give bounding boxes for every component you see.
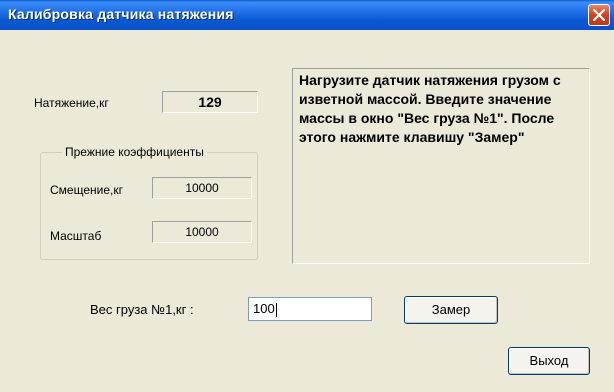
close-button[interactable] (588, 4, 610, 26)
offset-label: Смещение,кг (50, 183, 123, 197)
tension-value: 129 (162, 91, 258, 113)
weight-input[interactable]: 100 (248, 297, 372, 321)
instructions-panel: Нагрузите датчик натяжения грузом с изве… (292, 68, 590, 264)
scale-label: Масштаб (50, 229, 102, 243)
instructions-text: Нагрузите датчик натяжения грузом с изве… (299, 72, 561, 145)
tension-label: Натяжение,кг (34, 96, 109, 110)
weight-label: Вес груза №1,кг : (90, 302, 194, 317)
window-title: Калибровка датчика натяжения (8, 6, 234, 22)
scale-value: 10000 (152, 221, 252, 243)
text-caret (275, 302, 277, 317)
measure-button-label: Замер (431, 302, 471, 317)
calibration-dialog: Калибровка датчика натяжения Натяжение,к… (0, 0, 614, 392)
offset-value: 10000 (152, 177, 252, 199)
close-icon (593, 9, 605, 21)
exit-button[interactable]: Выход (508, 347, 590, 375)
exit-button-label: Выход (529, 353, 569, 368)
measure-button[interactable]: Замер (404, 296, 498, 324)
weight-input-value: 100 (253, 301, 275, 316)
previous-coefficients-legend: Прежние коэффициенты (62, 145, 207, 159)
title-bar[interactable]: Калибровка датчика натяжения (0, 0, 614, 30)
previous-coefficients-group (40, 152, 258, 260)
